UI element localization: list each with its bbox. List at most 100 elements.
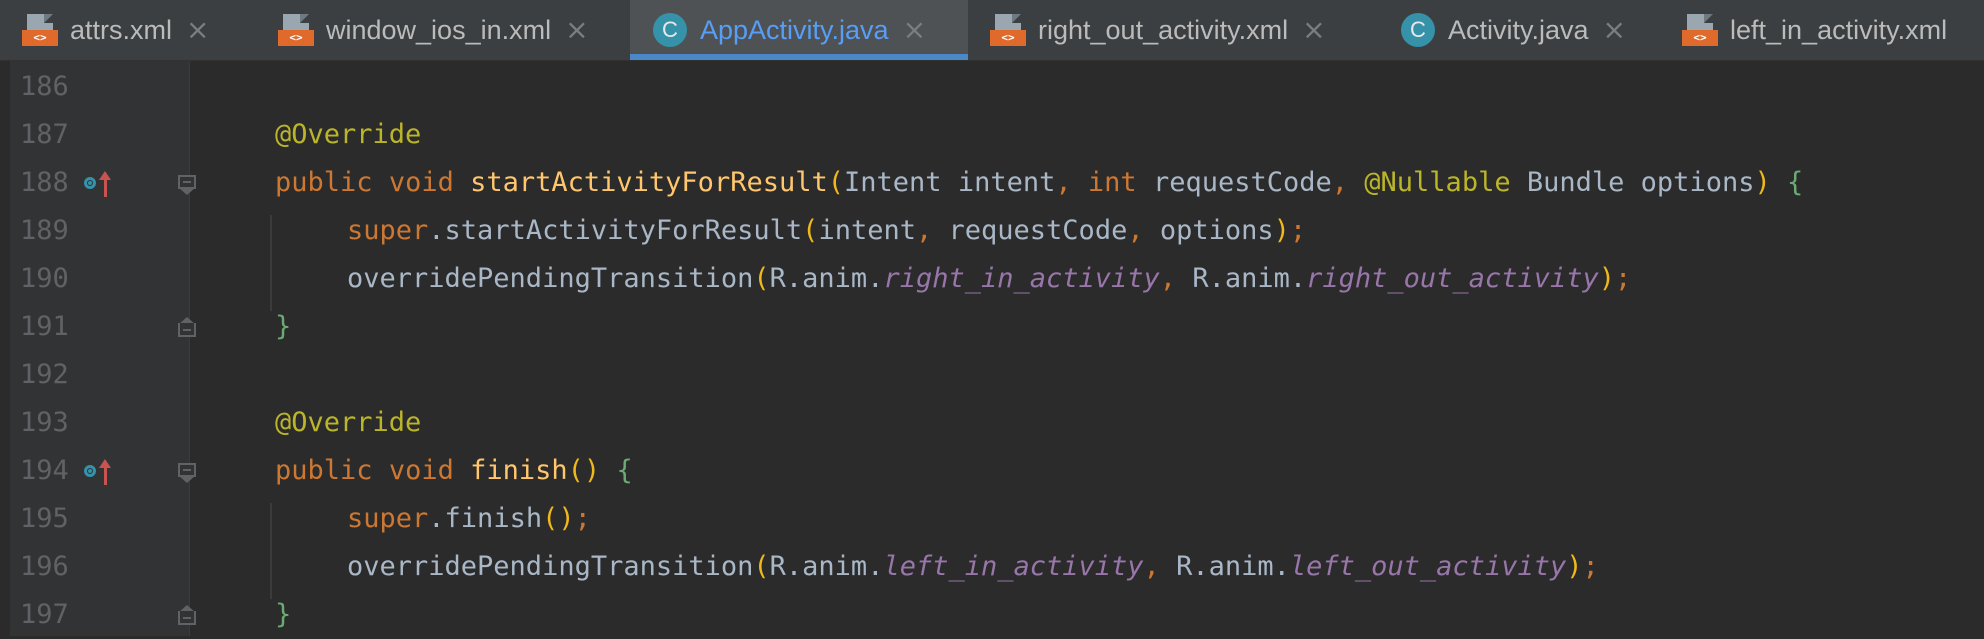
paren: (: [827, 167, 844, 198]
tab-attrs-xml[interactable]: <> attrs.xml ×: [22, 0, 209, 60]
method-call: overridePendingTransition: [347, 263, 754, 294]
argument: intent: [818, 215, 916, 246]
comma: ,: [1055, 167, 1072, 198]
annotation: @Nullable: [1364, 167, 1511, 198]
tab-label: left_in_activity.xml: [1730, 14, 1948, 45]
comma: ,: [1331, 167, 1349, 198]
paren: (): [542, 503, 575, 534]
semicolon: ;: [574, 503, 591, 534]
line-number: 194: [20, 455, 69, 486]
line-number: 193: [20, 407, 69, 438]
line-number: 196: [20, 551, 69, 582]
line-number: 197: [20, 599, 69, 630]
comma: ,: [1159, 263, 1177, 294]
tab-window-ios-in-xml[interactable]: <> window_ios_in.xml ×: [278, 0, 589, 60]
qualifier: R.anim.: [769, 263, 884, 294]
comma: ,: [1143, 551, 1160, 582]
method-call: overridePendingTransition: [347, 551, 754, 582]
method-name: startActivityForResult: [470, 167, 828, 198]
argument: requestCode: [948, 215, 1128, 246]
code-line-195: super.finish();: [347, 495, 591, 543]
editor-tab-bar: <> attrs.xml × <> window_ios_in.xml × C …: [0, 0, 1984, 61]
line-number: 186: [20, 71, 69, 102]
paren: ): [1566, 551, 1583, 582]
line-number: 188: [20, 167, 69, 198]
line-number: 191: [20, 311, 69, 342]
indent-guide: [270, 215, 272, 311]
java-class-icon: C: [652, 12, 688, 48]
keyword: super: [347, 503, 429, 534]
code-line-189: super.startActivityForResult(intent, req…: [347, 207, 1306, 255]
tab-label: window_ios_in.xml: [326, 14, 552, 45]
parameter: requestCode: [1152, 167, 1332, 198]
line-number: 189: [20, 215, 69, 246]
tab-appactivity-java[interactable]: C AppActivity.java ×: [630, 0, 968, 60]
code-line-190: overridePendingTransition(R.anim.right_i…: [347, 255, 1631, 303]
tab-activity-java[interactable]: C Activity.java ×: [1400, 0, 1626, 60]
parameter: intent: [957, 167, 1056, 198]
line-number: 190: [20, 263, 69, 294]
overrides-method-icon[interactable]: [84, 171, 118, 199]
annotation: @Override: [275, 407, 422, 438]
line-number: 192: [20, 359, 69, 390]
tab-right-out-activity-xml[interactable]: <> right_out_activity.xml ×: [990, 0, 1326, 60]
overrides-method-icon[interactable]: [84, 459, 118, 487]
static-field: left_out_activity: [1289, 551, 1567, 582]
comma: ,: [915, 215, 933, 246]
paren: (: [753, 551, 770, 582]
code-line-188: public void startActivityForResult(Inten…: [275, 159, 1803, 207]
code-editor[interactable]: 186 187 188 189 190 191 192 193 194 195 …: [0, 61, 1984, 636]
close-tab-icon[interactable]: ×: [186, 0, 209, 60]
semicolon: ;: [1582, 551, 1599, 582]
paren: ): [1598, 263, 1615, 294]
brace: {: [1787, 167, 1804, 198]
qualifier: R.anim.: [1176, 551, 1290, 582]
static-field: right_in_activity: [883, 263, 1160, 294]
line-number: 187: [20, 119, 69, 150]
keyword: public: [275, 167, 373, 198]
xml-file-icon: <>: [1682, 12, 1718, 48]
brace: }: [275, 599, 292, 630]
code-line-193: @Override: [275, 399, 421, 447]
semicolon: ;: [1289, 215, 1307, 246]
paren: ): [1754, 167, 1771, 198]
type: Intent: [844, 167, 942, 198]
xml-file-icon: <>: [990, 12, 1026, 48]
xml-file-icon: <>: [278, 12, 314, 48]
brace: {: [616, 455, 633, 486]
dot: .: [428, 215, 445, 246]
code-line-194: public void finish() {: [275, 447, 633, 495]
static-field: left_in_activity: [883, 551, 1144, 582]
comma: ,: [1127, 215, 1144, 246]
close-tab-icon[interactable]: ×: [565, 0, 588, 60]
tab-label: right_out_activity.xml: [1038, 14, 1289, 45]
code-area[interactable]: @Override public void startActivityForRe…: [190, 61, 1984, 636]
code-line-196: overridePendingTransition(R.anim.left_in…: [347, 543, 1599, 591]
indent-guide: [270, 503, 272, 599]
argument: options: [1159, 215, 1274, 246]
method-call: finish: [444, 503, 543, 534]
gutter-edge: [0, 61, 10, 636]
keyword: int: [1087, 167, 1137, 198]
java-class-icon: C: [1400, 12, 1436, 48]
type: Bundle: [1526, 167, 1625, 198]
tab-label: Activity.java: [1448, 14, 1589, 45]
keyword: public: [275, 455, 373, 486]
semicolon: ;: [1615, 263, 1632, 294]
xml-file-icon: <>: [22, 12, 58, 48]
code-line-191: }: [275, 303, 291, 351]
paren: (): [567, 455, 601, 486]
parameter: options: [1640, 167, 1755, 198]
paren: ): [1273, 215, 1290, 246]
tab-label: attrs.xml: [70, 14, 173, 45]
code-line-187: @Override: [275, 111, 421, 159]
close-tab-icon[interactable]: ×: [1302, 0, 1325, 60]
tab-left-in-activity-xml[interactable]: <> left_in_activity.xml: [1682, 0, 1947, 60]
paren: (: [802, 215, 819, 246]
qualifier: R.anim.: [769, 551, 884, 582]
qualifier: R.anim.: [1192, 263, 1307, 294]
annotation: @Override: [275, 119, 422, 150]
close-tab-icon[interactable]: ×: [903, 0, 926, 60]
keyword: void: [388, 167, 454, 198]
close-tab-icon[interactable]: ×: [1603, 0, 1626, 60]
